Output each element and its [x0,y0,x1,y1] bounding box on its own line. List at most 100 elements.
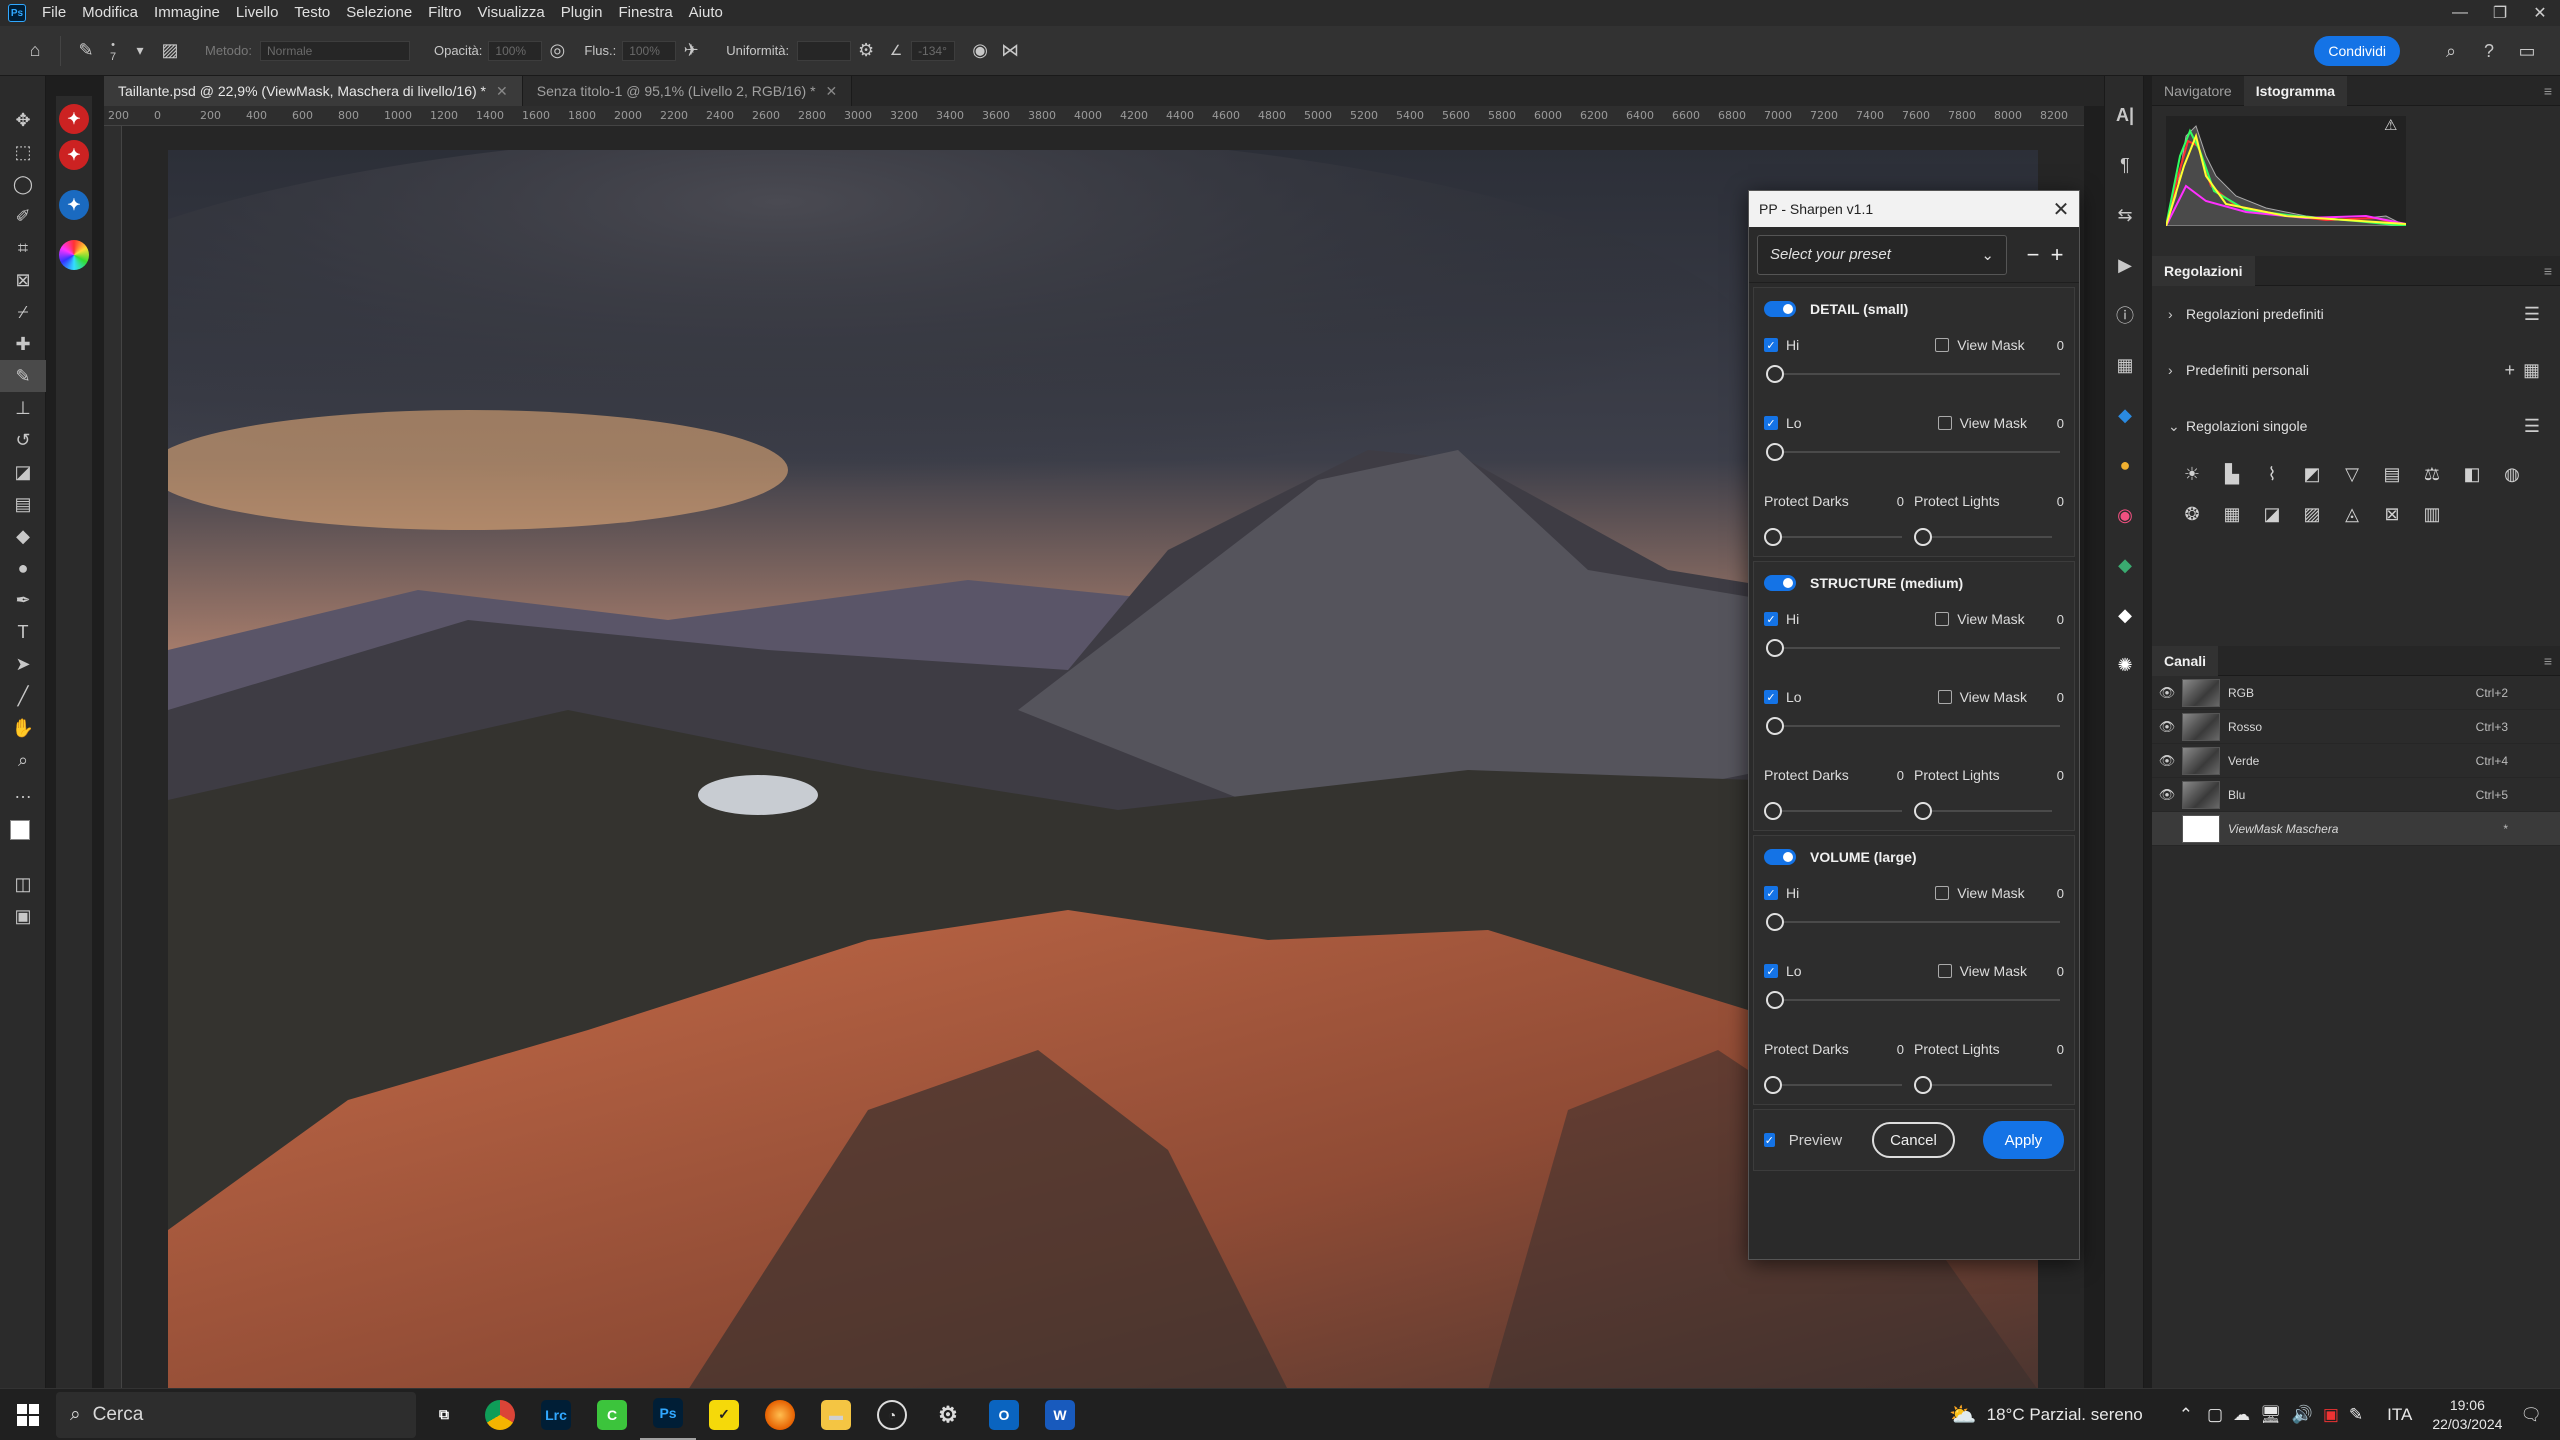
close-icon[interactable]: ✕ [496,83,508,100]
path-select-tool-icon[interactable]: ➤ [0,648,46,680]
color-lookup-icon[interactable]: ▦ [2212,494,2252,534]
view-mask-hi[interactable]: View Mask [1935,611,2025,627]
vibrance-icon[interactable]: ▽ [2332,454,2372,494]
protect-lights-slider[interactable] [1914,796,2064,826]
add-icon[interactable]: + [2504,360,2515,381]
add-preset-button[interactable]: + [2045,242,2069,268]
view-mask-checkbox[interactable] [1937,690,1952,704]
character-panel-icon[interactable]: A| [2105,90,2145,140]
tab-istogramma[interactable]: Istogramma [2243,75,2348,106]
section-toggle[interactable] [1764,849,1796,865]
eye-icon[interactable]: 👁 [2152,787,2182,803]
slider-knob[interactable] [1766,913,1784,931]
close-dialog-icon[interactable]: ✕ [2043,197,2079,222]
grid-icon[interactable]: ▦ [2523,360,2540,381]
search-input[interactable]: ⌕ Cerca [56,1391,416,1438]
stamp-tool-icon[interactable]: ⊥ [0,392,46,424]
move-tool-icon[interactable]: ✥ [0,104,46,136]
search-icon[interactable]: ⌕ [2436,36,2466,66]
lo-checkbox[interactable]: ✓ [1764,964,1778,978]
quick-select-tool-icon[interactable]: ✐ [0,200,46,232]
selective-color-icon[interactable]: ⊠ [2372,494,2412,534]
firefox-icon[interactable] [752,1389,808,1440]
view-mask-checkbox[interactable] [1935,338,1950,352]
hi-checkbox[interactable]: ✓ [1764,886,1778,900]
plugin-red-icon[interactable]: ✦ [59,104,89,134]
slider-knob[interactable] [1914,802,1932,820]
menu-modifica[interactable]: Modifica [74,0,146,26]
task-view-icon[interactable]: ⧉ [416,1389,472,1440]
symmetry-icon[interactable]: ⋈ [995,36,1025,66]
section-toggle[interactable] [1764,301,1796,317]
menu-selezione[interactable]: Selezione [338,0,420,26]
minimize-icon[interactable]: — [2440,0,2480,26]
protect-lights-slider[interactable] [1914,522,2064,552]
panel-menu-icon[interactable]: ≡ [2544,653,2552,669]
workspace-icon[interactable]: ▭ [2512,36,2542,66]
slider-knob[interactable] [1766,639,1784,657]
plugin-green-icon[interactable]: ◆ [2105,540,2145,590]
slider-knob[interactable] [1766,365,1784,383]
outlook-icon[interactable]: O [976,1389,1032,1440]
view-mask-checkbox[interactable] [1937,964,1952,978]
levels-icon[interactable]: ▙ [2212,454,2252,494]
slider-knob[interactable] [1914,528,1932,546]
channel-mixer-icon[interactable]: ❂ [2172,494,2212,534]
language-indicator[interactable]: ITA [2387,1405,2412,1425]
windows-start-icon[interactable] [0,1389,56,1440]
plugin-swirl-icon[interactable]: ✺ [2105,640,2145,690]
weather-icon[interactable]: ⛅ [1949,1402,1976,1428]
slider-knob[interactable] [1764,1076,1782,1094]
lightroom-classic-icon[interactable]: Lrc [528,1389,584,1440]
angle-field[interactable]: -134° [911,40,956,61]
lo-checkbox[interactable]: ✓ [1764,416,1778,430]
hue-saturation-icon[interactable]: ▤ [2372,454,2412,494]
glyphs-panel-icon[interactable]: ⇆ [2105,190,2145,240]
remove-preset-button[interactable]: − [2021,242,2045,268]
menu-testo[interactable]: Testo [286,0,338,26]
gradient-map-icon[interactable]: ▥ [2412,494,2452,534]
brush-panel-icon[interactable]: ▨ [155,36,185,66]
menu-filtro[interactable]: Filtro [420,0,469,26]
color-balance-icon[interactable]: ⚖ [2412,454,2452,494]
personal-presets-row[interactable]: › Predefiniti personali + ▦ [2152,342,2560,398]
channel-row-verde[interactable]: 👁 Verde Ctrl+4 [2152,744,2560,778]
protect-lights-slider[interactable] [1914,1070,2064,1100]
share-button[interactable]: Condividi [2314,36,2400,66]
tab-senza-titolo[interactable]: Senza titolo-1 @ 95,1% (Livello 2, RGB/1… [522,76,853,106]
apply-button[interactable]: Apply [1982,1121,2064,1159]
menu-visualizza[interactable]: Visualizza [470,0,553,26]
tab-canali[interactable]: Canali [2152,645,2219,676]
posterize-icon[interactable]: ▨ [2292,494,2332,534]
black-white-icon[interactable]: ◧ [2452,454,2492,494]
slider-knob[interactable] [1914,1076,1932,1094]
view-mask-hi[interactable]: View Mask [1935,885,2025,901]
chevron-up-icon[interactable]: ⌃ [2179,1405,2193,1425]
opacity-field[interactable]: 100% [488,40,543,61]
list-icon[interactable]: ☰ [2524,304,2540,325]
crop-tool-icon[interactable]: ⌗ [0,232,46,264]
eye-icon[interactable]: 👁 [2152,753,2182,769]
menu-livello[interactable]: Livello [228,0,287,26]
invert-icon[interactable]: ◪ [2252,494,2292,534]
dodge-tool-icon[interactable]: ● [0,552,46,584]
gradient-tool-icon[interactable]: ▤ [0,488,46,520]
file-explorer-icon[interactable]: ▬ [808,1389,864,1440]
info-panel-icon[interactable]: ⓘ [2105,290,2145,340]
lo-slider[interactable] [1754,712,2074,740]
clock[interactable]: 19:06 22/03/2024 [2432,1396,2502,1434]
view-mask-checkbox[interactable] [1935,612,1950,626]
brush-size[interactable]: • 7 [101,26,125,76]
pressure-opacity-icon[interactable]: ◎ [542,36,572,66]
single-adjust-row[interactable]: ⌄ Regolazioni singole ☰ [2152,398,2560,454]
word-icon[interactable]: W [1032,1389,1088,1440]
libraries-panel-icon[interactable]: ▦ [2105,340,2145,390]
lo-slider[interactable] [1754,438,2074,466]
lo-slider[interactable] [1754,986,2074,1014]
home-icon[interactable]: ⌂ [20,36,50,66]
paragraph-panel-icon[interactable]: ¶ [2105,140,2145,190]
hi-slider[interactable] [1754,634,2074,662]
photos-app-icon[interactable]: ◔ [864,1389,920,1440]
history-brush-icon[interactable]: ↺ [0,424,46,456]
network-icon[interactable]: 🖥 [2260,1405,2282,1425]
